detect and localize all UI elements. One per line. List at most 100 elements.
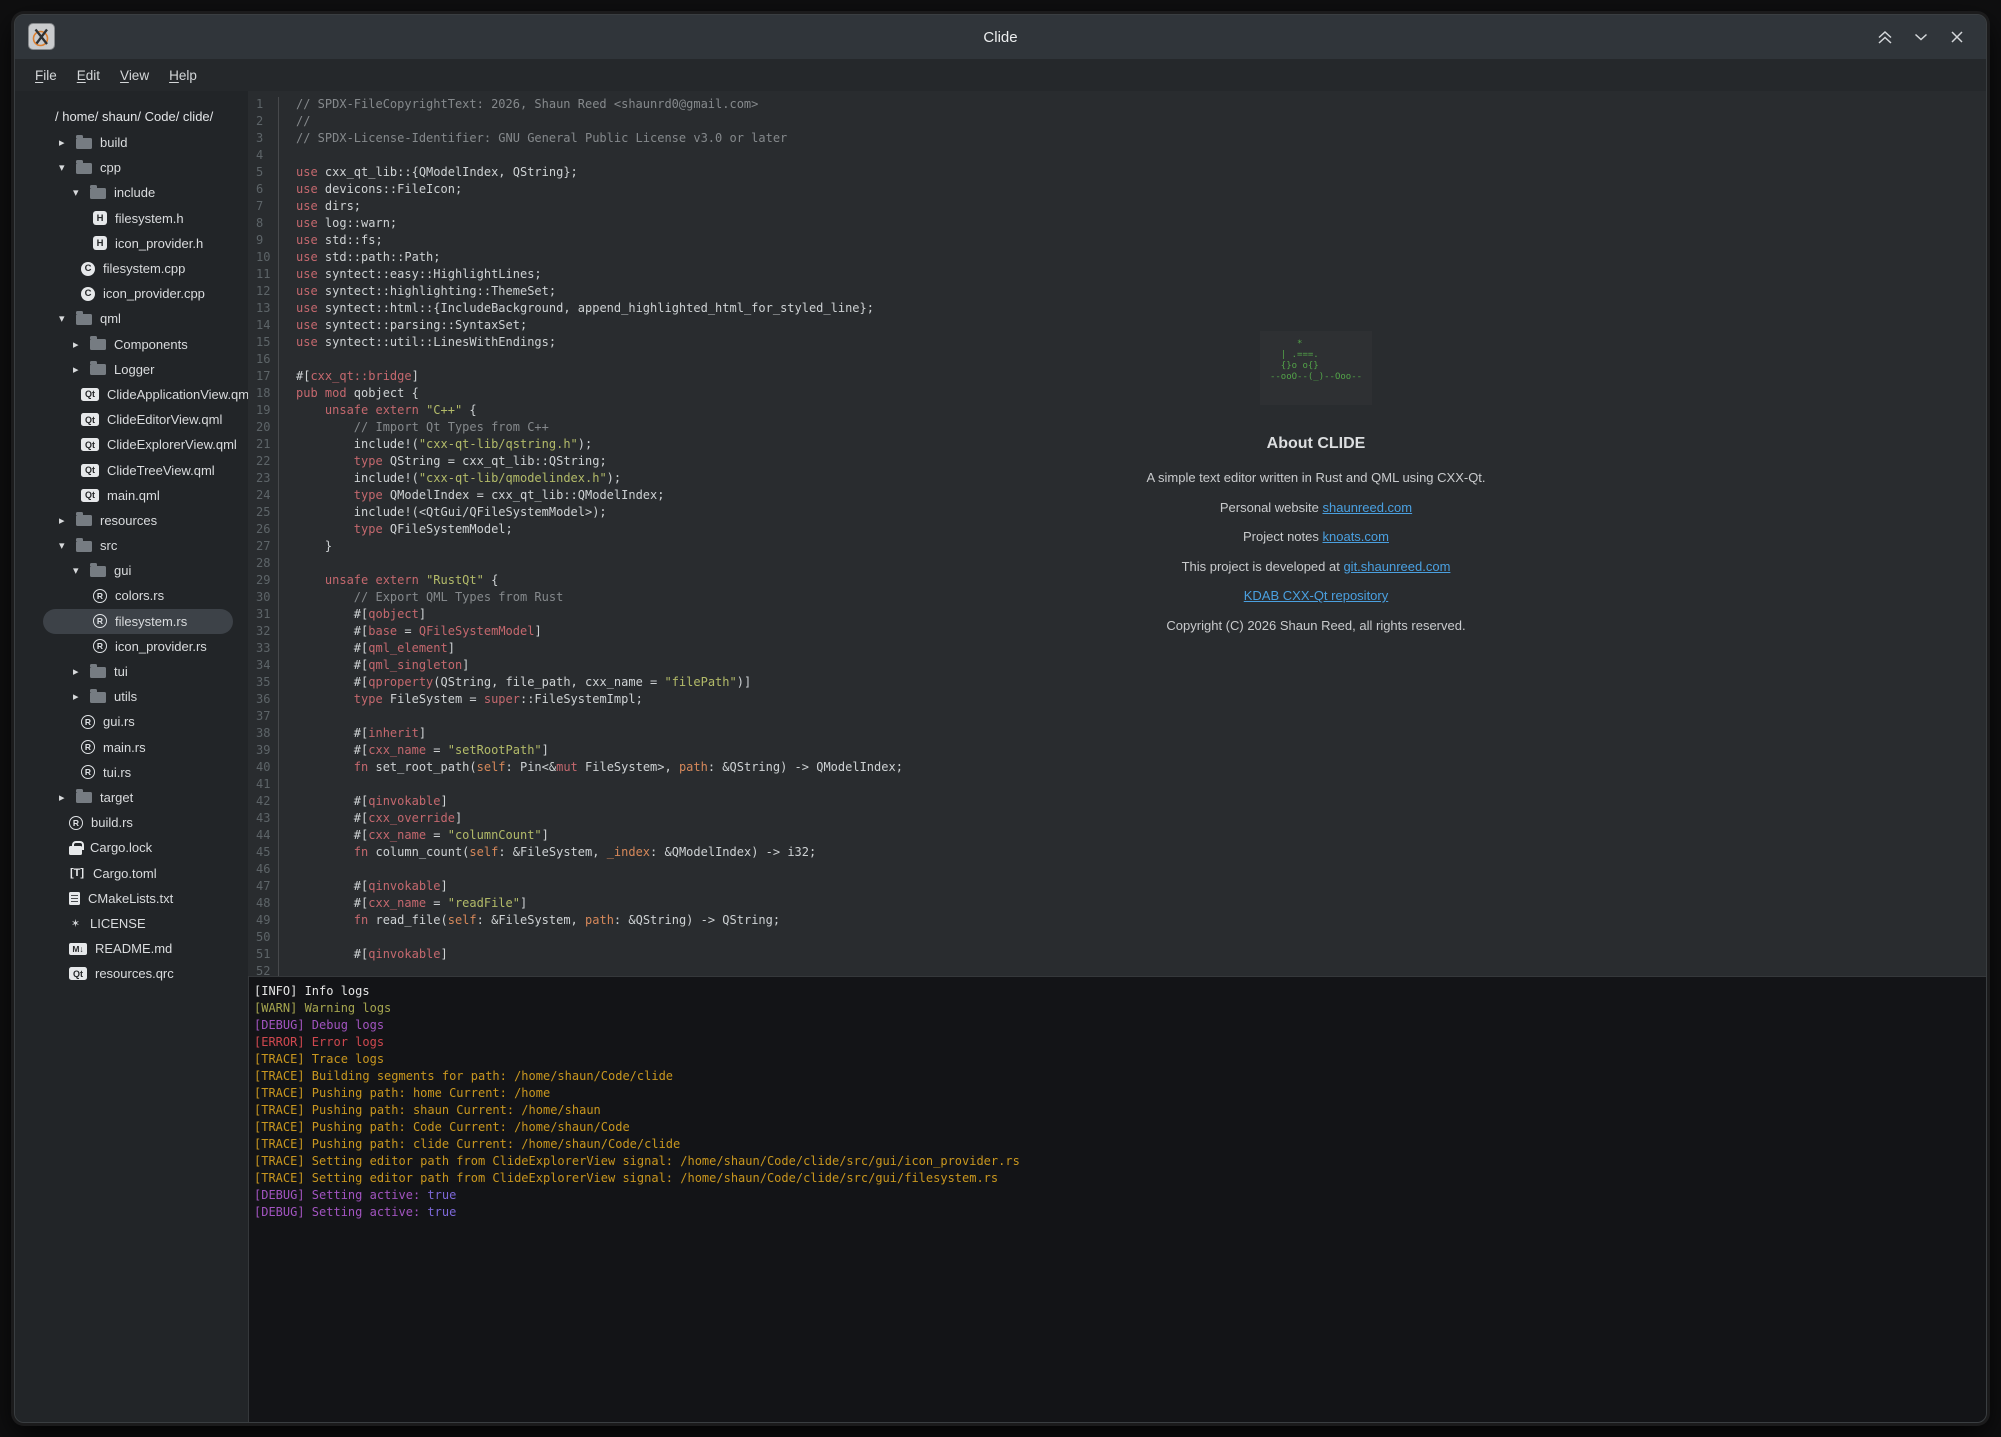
code-line: 42 #[qinvokable]	[248, 794, 1986, 811]
line-number: 1	[248, 97, 279, 114]
log-panel[interactable]: [INFO] Info logs[WARN] Warning logs[DEBU…	[248, 976, 1986, 1423]
code-text: #[qinvokable]	[279, 794, 448, 811]
project-notes-link[interactable]: knoats.com	[1323, 529, 1389, 544]
chevron-right-icon[interactable]: ▸	[73, 690, 90, 703]
tree-item-label: main.qml	[107, 488, 160, 503]
tree-item-Cargo.toml[interactable]: [T]Cargo.toml	[15, 860, 248, 885]
tree-item-build.rs[interactable]: Rbuild.rs	[15, 810, 248, 835]
h-file-icon: H	[93, 236, 107, 250]
code-line: 35 #[qproperty(QString, file_path, cxx_n…	[248, 675, 1986, 692]
tree-item-label: Components	[114, 337, 188, 352]
tree-item-filesystem.h[interactable]: Hfilesystem.h	[15, 206, 248, 231]
code-text: #[qinvokable]	[279, 947, 448, 964]
tree-item-filesystem.cpp[interactable]: Cfilesystem.cpp	[15, 256, 248, 281]
tree-item-label: colors.rs	[115, 588, 164, 603]
tree-item-colors.rs[interactable]: Rcolors.rs	[15, 583, 248, 608]
tree-item-tui.rs[interactable]: Rtui.rs	[15, 760, 248, 785]
menu-item-help[interactable]: Help	[159, 64, 207, 87]
code-text: // SPDX-License-Identifier: GNU General …	[279, 131, 787, 148]
code-text	[279, 930, 296, 947]
line-number: 36	[248, 692, 279, 709]
chevron-down-icon[interactable]: ▾	[59, 161, 76, 174]
chevron-right-icon[interactable]: ▸	[73, 363, 90, 376]
log-line: [TRACE] Pushing path: shaun Current: /ho…	[254, 1103, 1986, 1120]
tree-item-label: LICENSE	[90, 916, 146, 931]
git-repo-link[interactable]: git.shaunreed.com	[1343, 559, 1450, 574]
tree-item-gui.rs[interactable]: Rgui.rs	[15, 709, 248, 734]
code-line: 9use std::fs;	[248, 233, 1986, 250]
code-text	[279, 352, 296, 369]
about-heading: About CLIDE	[966, 435, 1666, 453]
code-text: use std::path::Path;	[279, 250, 441, 267]
rust-file-icon: R	[81, 740, 95, 754]
log-line: [TRACE] Pushing path: clide Current: /ho…	[254, 1137, 1986, 1154]
tree-item-include[interactable]: ▾include	[15, 180, 248, 205]
tree-item-Components[interactable]: ▸ Components	[15, 332, 248, 357]
tree-item-main.rs[interactable]: Rmain.rs	[15, 735, 248, 760]
chevron-right-icon[interactable]: ▸	[73, 665, 90, 678]
code-line: 39 #[cxx_name = "setRootPath"]	[248, 743, 1986, 760]
tree-item-ClideExplorerView.qml[interactable]: QtClideExplorerView.qml	[15, 432, 248, 457]
minimize-button[interactable]	[1910, 26, 1932, 48]
chevron-right-icon[interactable]: ▸	[73, 338, 90, 351]
kdab-repo-link[interactable]: KDAB CXX-Qt repository	[1244, 588, 1389, 603]
menu-bar: FileEditViewHelp	[15, 59, 1986, 91]
tree-item-filesystem.rs[interactable]: Rfilesystem.rs	[15, 609, 248, 634]
rust-file-icon: R	[93, 639, 107, 653]
code-text	[279, 556, 296, 573]
line-number: 9	[248, 233, 279, 250]
tree-item-LICENSE[interactable]: ✶ LICENSE	[15, 911, 248, 936]
tree-item-label: CMakeLists.txt	[88, 891, 173, 906]
tree-item-icon_provider.h[interactable]: Hicon_provider.h	[15, 231, 248, 256]
tree-root-path: / home/ shaun/ Code/ clide/	[15, 104, 248, 130]
chevron-down-icon[interactable]: ▾	[59, 539, 76, 552]
tree-item-build[interactable]: ▸build	[15, 130, 248, 155]
tree-item-icon_provider.cpp[interactable]: Cicon_provider.cpp	[15, 281, 248, 306]
menu-item-file[interactable]: File	[25, 64, 67, 87]
shade-window-button[interactable]	[1874, 26, 1896, 48]
line-number: 28	[248, 556, 279, 573]
close-button[interactable]	[1946, 26, 1968, 48]
tree-item-Cargo.lock[interactable]: Cargo.lock	[15, 835, 248, 860]
code-text: #[qml_element]	[279, 641, 455, 658]
qt-file-icon: Qt	[81, 464, 99, 477]
tree-item-ClideEditorView.qml[interactable]: QtClideEditorView.qml	[15, 407, 248, 432]
menu-item-edit[interactable]: Edit	[67, 64, 110, 87]
tree-item-CMakeLists.txt[interactable]: CMakeLists.txt	[15, 886, 248, 911]
chevron-right-icon[interactable]: ▸	[59, 514, 76, 527]
tree-item-ClideTreeView.qml[interactable]: QtClideTreeView.qml	[15, 457, 248, 482]
code-line: 47 #[qinvokable]	[248, 879, 1986, 896]
ascii-art-logo: * | .===. {}o o{} --ooO--(_)--Ooo--	[1260, 331, 1372, 405]
tree-item-resources[interactable]: ▸resources	[15, 508, 248, 533]
tree-item-gui[interactable]: ▾gui	[15, 558, 248, 583]
tree-item-utils[interactable]: ▸utils	[15, 684, 248, 709]
line-number: 2	[248, 114, 279, 131]
chevron-down-icon[interactable]: ▾	[59, 312, 76, 325]
tree-item-README.md[interactable]: M↓README.md	[15, 936, 248, 961]
tree-item-main.qml[interactable]: Qtmain.qml	[15, 483, 248, 508]
menu-item-view[interactable]: View	[110, 64, 159, 87]
tree-item-label: Cargo.toml	[93, 866, 157, 881]
tree-item-ClideApplicationView.qml[interactable]: QtClideApplicationView.qml	[15, 382, 248, 407]
tree-item-tui[interactable]: ▸tui	[15, 659, 248, 684]
code-editor[interactable]: 1// SPDX-FileCopyrightText: 2026, Shaun …	[248, 91, 1986, 976]
code-text: #[qproperty(QString, file_path, cxx_name…	[279, 675, 751, 692]
chevron-down-icon[interactable]: ▾	[73, 186, 90, 199]
tree-item-src[interactable]: ▾src	[15, 533, 248, 558]
chevron-down-icon[interactable]: ▾	[73, 564, 90, 577]
log-line: [ERROR] Error logs	[254, 1035, 1986, 1052]
tree-item-Logger[interactable]: ▸Logger	[15, 357, 248, 382]
license-file-icon: ✶	[69, 917, 82, 930]
code-line: 6use devicons::FileIcon;	[248, 182, 1986, 199]
tree-item-icon_provider.rs[interactable]: Ricon_provider.rs	[15, 634, 248, 659]
tree-item-resources.qrc[interactable]: Qtresources.qrc	[15, 961, 248, 986]
tree-item-target[interactable]: ▸target	[15, 785, 248, 810]
personal-website-link[interactable]: shaunreed.com	[1323, 500, 1413, 515]
tree-item-cpp[interactable]: ▾cpp	[15, 155, 248, 180]
tree-item-qml[interactable]: ▾qml	[15, 306, 248, 331]
line-number: 17	[248, 369, 279, 386]
code-line: 48 #[cxx_name = "readFile"]	[248, 896, 1986, 913]
chevron-right-icon[interactable]: ▸	[59, 136, 76, 149]
chevron-right-icon[interactable]: ▸	[59, 791, 76, 804]
code-text: #[cxx_name = "columnCount"]	[279, 828, 549, 845]
